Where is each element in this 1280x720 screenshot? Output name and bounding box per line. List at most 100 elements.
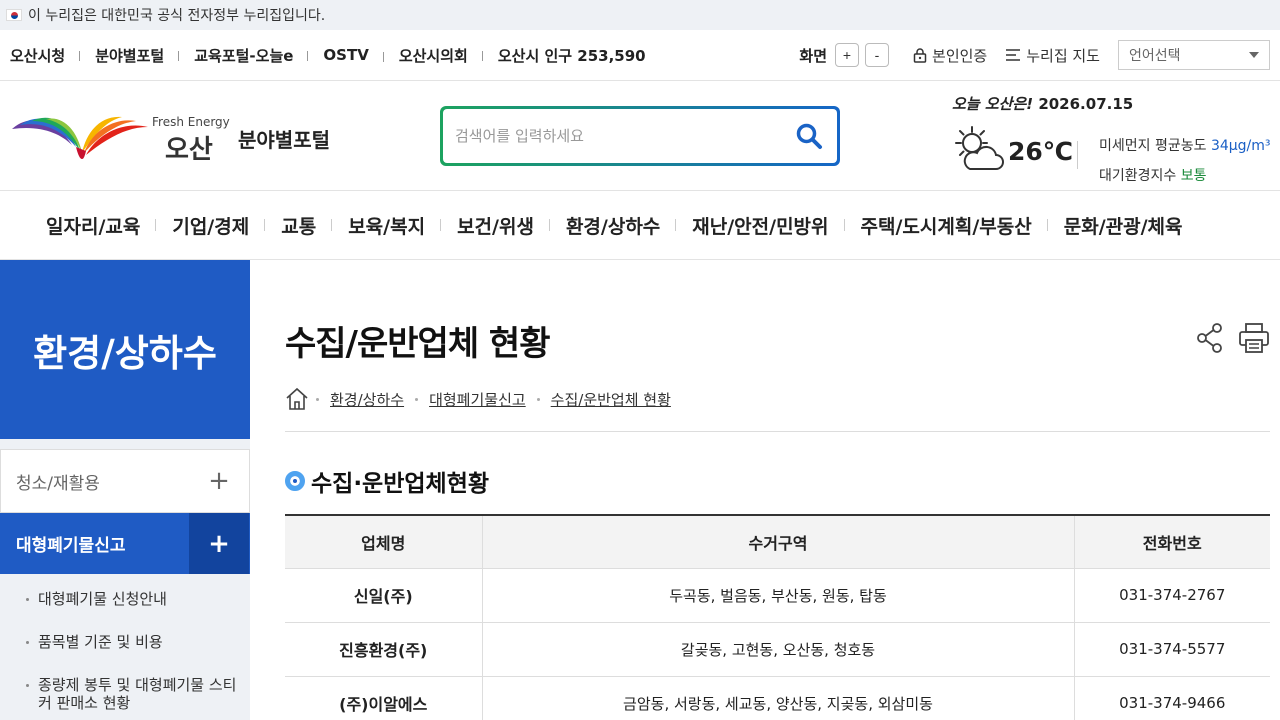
air-value: 보통 bbox=[1180, 168, 1207, 184]
side-nav-subitem-cost[interactable]: 품목별 기준 및 비용 bbox=[26, 633, 250, 651]
plus-icon[interactable]: + bbox=[189, 450, 249, 512]
company-table: 업체명 수거구역 전화번호 신일(주) 두곡동, 벌음동, 부산동, 원동, 탑… bbox=[285, 514, 1270, 720]
nav-housing-urban[interactable]: 주택/도시계획/부동산 bbox=[845, 212, 1048, 239]
side-nav-item-cleaning[interactable]: 청소/재활용 + bbox=[0, 449, 250, 513]
header-phone: 전화번호 bbox=[1073, 515, 1270, 569]
weather-date: 2026.07.15 bbox=[1038, 95, 1134, 113]
nav-business-economy[interactable]: 기업/경제 bbox=[156, 212, 266, 239]
weather-today-label: 오늘 오산은! bbox=[952, 95, 1034, 113]
cell-phone: 031-374-5577 bbox=[1073, 622, 1270, 677]
language-select-value: 언어선택 bbox=[1129, 48, 1181, 64]
util-link-education-portal[interactable]: 교육포털-오늘e bbox=[194, 45, 309, 66]
weather-widget: 오늘 오산은! 2026.07.15 26℃ 미세먼지 평균농도 34μg/m³… bbox=[952, 93, 1272, 184]
logo-text-kr: 오산 bbox=[165, 135, 213, 165]
nav-environment-water[interactable]: 환경/상하수 bbox=[550, 212, 677, 239]
nav-transport[interactable]: 교통 bbox=[265, 212, 333, 239]
breadcrumb-separator bbox=[316, 397, 319, 401]
side-nav-title: 환경/상하수 bbox=[0, 260, 250, 439]
cell-company: 신일(주) bbox=[285, 568, 482, 623]
util-link-population[interactable]: 오산시 인구 253,590 bbox=[498, 45, 661, 66]
printer-icon bbox=[1239, 323, 1269, 353]
side-nav: 환경/상하수 청소/재활용 + 대형폐기물신고 + 대형폐기물 신청안내 품목별… bbox=[0, 260, 250, 720]
header-company: 업체명 bbox=[285, 515, 482, 569]
side-nav-subitem-guide[interactable]: 대형폐기물 신청안내 bbox=[26, 590, 250, 608]
partly-cloudy-icon bbox=[955, 126, 1004, 170]
breadcrumb-home[interactable] bbox=[285, 387, 309, 411]
language-select[interactable]: 언어선택 bbox=[1118, 40, 1270, 70]
plus-icon[interactable]: + bbox=[189, 513, 249, 574]
main-content: 수집/운반업체 현황 환경/상하수 대형폐기물신고 수집/운반업체 현황 수집·… bbox=[250, 260, 1280, 720]
menu-lines-icon bbox=[1006, 49, 1021, 61]
cell-area: 금암동, 서랑동, 세교동, 양산동, 지곶동, 외삼미동 bbox=[481, 676, 1074, 720]
print-button[interactable] bbox=[1238, 322, 1270, 354]
dust-row: 미세먼지 평균농도 34μg/m³ bbox=[1099, 131, 1271, 161]
zoom-in-button[interactable]: + bbox=[835, 43, 860, 67]
page-tools bbox=[1182, 322, 1270, 354]
nav-culture-tourism[interactable]: 문화/관광/체육 bbox=[1048, 212, 1199, 239]
nav-jobs-education[interactable]: 일자리/교육 bbox=[30, 212, 157, 239]
zoom-label: 화면 bbox=[799, 46, 828, 65]
breadcrumb: 환경/상하수 대형폐기물신고 수집/운반업체 현황 bbox=[285, 387, 1270, 432]
table-row: 신일(주) 두곡동, 벌음동, 부산동, 원동, 탑동 031-374-2767 bbox=[285, 568, 1270, 623]
dust-value: 34μg/m³ bbox=[1210, 138, 1271, 154]
gov-banner: 이 누리집은 대한민국 공식 전자정부 누리집입니다. bbox=[0, 0, 1280, 30]
weather-info: 미세먼지 평균농도 34μg/m³ 대기환경지수 보통 bbox=[1099, 131, 1271, 191]
util-link-field-portal[interactable]: 분야별포털 bbox=[95, 45, 180, 66]
dust-label: 미세먼지 평균농도 bbox=[1099, 138, 1207, 154]
side-nav-subitem-stores[interactable]: 종량제 봉투 및 대형폐기물 스티커 판매소 현황 bbox=[26, 676, 250, 712]
util-link-city-hall[interactable]: 오산시청 bbox=[10, 45, 81, 66]
cell-phone: 031-374-9466 bbox=[1073, 676, 1270, 720]
side-nav-item-label: 청소/재활용 bbox=[16, 473, 100, 494]
search-inner bbox=[443, 109, 837, 163]
search-icon bbox=[796, 123, 822, 149]
side-nav-menu: 청소/재활용 + 대형폐기물신고 + 대형폐기물 신청안내 품목별 기준 및 비… bbox=[0, 439, 250, 720]
table-row: 진흥환경(주) 갈곶동, 고현동, 오산동, 청호동 031-374-5577 bbox=[285, 622, 1270, 677]
search-input[interactable] bbox=[455, 127, 755, 145]
nav-health-hygiene[interactable]: 보건/위생 bbox=[441, 212, 550, 239]
cell-area: 두곡동, 벌음동, 부산동, 원동, 탑동 bbox=[481, 568, 1074, 623]
section-title-text: 수집·운반업체현황 bbox=[311, 471, 490, 497]
nav-childcare-welfare[interactable]: 보육/복지 bbox=[332, 212, 441, 239]
header: Fresh Energy 오산 분야별포털 오늘 오산은! 2026.07.15… bbox=[0, 81, 1280, 191]
cell-area: 갈곶동, 고현동, 오산동, 청호동 bbox=[481, 622, 1074, 677]
breadcrumb-large-waste[interactable]: 대형폐기물신고 bbox=[429, 389, 526, 410]
header-area: 수거구역 bbox=[481, 515, 1074, 569]
site-name: 분야별포털 bbox=[238, 128, 330, 152]
auth-label: 본인인증 bbox=[932, 46, 988, 65]
breadcrumb-environment[interactable]: 환경/상하수 bbox=[330, 389, 404, 410]
weather-divider bbox=[1077, 141, 1078, 169]
lock-icon bbox=[913, 48, 927, 63]
weather-today: 오늘 오산은! 2026.07.15 bbox=[952, 93, 1272, 114]
breadcrumb-separator bbox=[536, 397, 540, 401]
cell-company: 진흥환경(주) bbox=[285, 622, 482, 677]
zoom-out-button[interactable]: - bbox=[865, 43, 890, 67]
table-row: (주)이알에스 금암동, 서랑동, 세교동, 양산동, 지곶동, 외삼미동 03… bbox=[285, 676, 1270, 720]
cell-phone: 031-374-2767 bbox=[1073, 568, 1270, 623]
table-header-row: 업체명 수거구역 전화번호 bbox=[285, 515, 1270, 569]
share-button[interactable] bbox=[1196, 322, 1224, 354]
breadcrumb-current[interactable]: 수집/운반업체 현황 bbox=[551, 389, 671, 410]
page-title: 수집/운반업체 현황 bbox=[285, 324, 551, 364]
share-icon bbox=[1197, 323, 1222, 353]
main-nav: 일자리/교육 기업/경제 교통 보육/복지 보건/위생 환경/상하수 재난/안전… bbox=[0, 191, 1280, 260]
auth-link[interactable]: 본인인증 bbox=[913, 45, 987, 66]
nav-disaster-safety[interactable]: 재난/안전/민방위 bbox=[676, 212, 845, 239]
side-nav-item-label: 대형폐기물신고 bbox=[16, 536, 126, 556]
side-nav-item-large-waste[interactable]: 대형폐기물신고 + bbox=[0, 513, 250, 574]
content-wrap: 환경/상하수 청소/재활용 + 대형폐기물신고 + 대형폐기물 신청안내 품목별… bbox=[0, 260, 1280, 720]
section-bullet-icon bbox=[285, 471, 305, 491]
search-box bbox=[440, 106, 840, 166]
cell-company: (주)이알에스 bbox=[285, 676, 482, 720]
utility-links: 오산시청 분야별포털 교육포털-오늘e OSTV 오산시의회 오산시 인구 25… bbox=[10, 45, 676, 66]
side-nav-submenu: 대형폐기물 신청안내 품목별 기준 및 비용 종량제 봉투 및 대형폐기물 스티… bbox=[0, 574, 250, 712]
weather-temperature: 26℃ bbox=[1008, 137, 1074, 166]
utility-right: 화면 + - 본인인증 누리집 지도 언어선택 bbox=[799, 40, 1270, 70]
breadcrumb-separator bbox=[415, 397, 419, 401]
gov-banner-text: 이 누리집은 대한민국 공식 전자정부 누리집입니다. bbox=[28, 8, 326, 24]
home-icon bbox=[286, 387, 308, 410]
sitemap-link[interactable]: 누리집 지도 bbox=[1005, 45, 1100, 66]
util-link-city-council[interactable]: 오산시의회 bbox=[399, 45, 483, 66]
utility-bar: 오산시청 분야별포털 교육포털-오늘e OSTV 오산시의회 오산시 인구 25… bbox=[0, 30, 1280, 81]
util-link-ostv[interactable]: OSTV bbox=[323, 46, 385, 64]
search-button[interactable] bbox=[795, 122, 823, 150]
